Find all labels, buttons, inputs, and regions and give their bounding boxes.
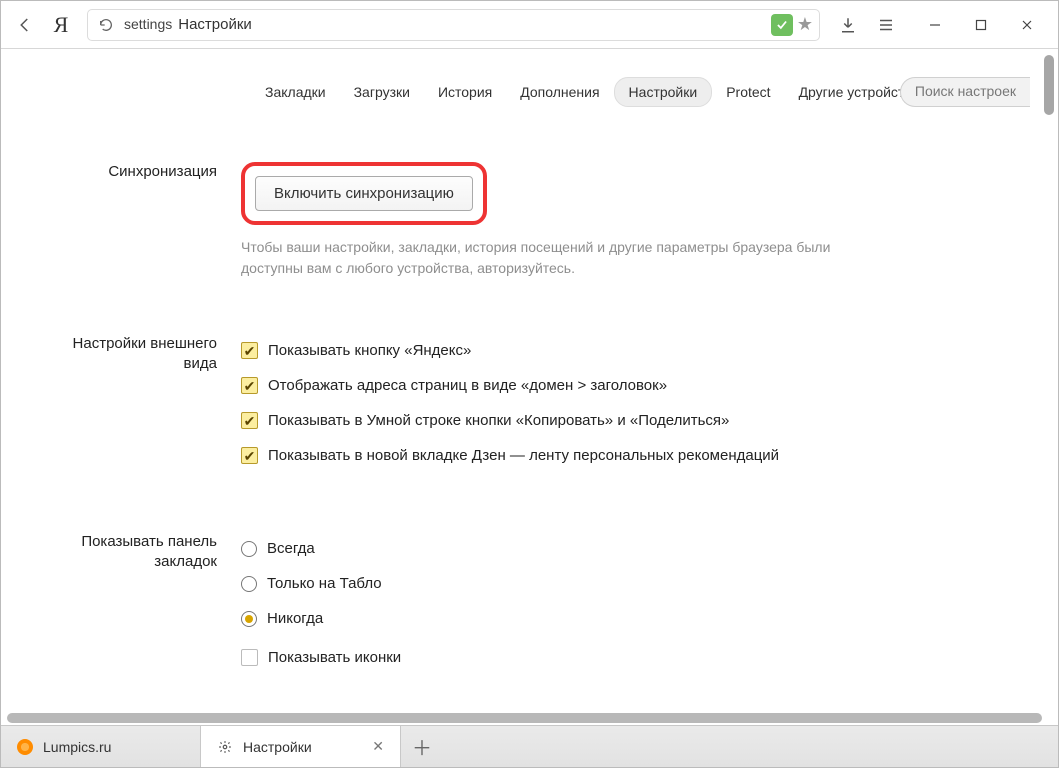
checkbox-label: Показывать иконки xyxy=(268,649,401,666)
bookmarks-option-always[interactable]: Всегда xyxy=(241,540,1002,557)
new-tab-button[interactable]: ＋ xyxy=(401,726,443,767)
search-settings-input[interactable]: Поиск настроек xyxy=(900,77,1030,107)
bookmark-star-icon[interactable]: ★ xyxy=(797,14,813,35)
checkbox-label: Показывать в новой вкладке Дзен — ленту … xyxy=(268,447,779,464)
tab-title: Lumpics.ru xyxy=(43,739,111,755)
address-bar[interactable]: settings Настройки ★ xyxy=(87,9,820,41)
bookmarks-option-never[interactable]: Никогда xyxy=(241,610,1002,627)
nav-tab-addons[interactable]: Дополнения xyxy=(506,78,613,106)
section-bookmarks-label: Показывать панель закладок xyxy=(41,532,241,684)
horizontal-scrollbar[interactable] xyxy=(7,713,1042,723)
protect-shield-icon[interactable] xyxy=(771,14,793,36)
tab-strip: Lumpics.ru Настройки ✕ ＋ xyxy=(1,725,1058,767)
radio-icon[interactable] xyxy=(241,611,257,627)
close-window-button[interactable] xyxy=(1004,9,1050,41)
menu-icon[interactable] xyxy=(870,9,902,41)
section-sync-label: Синхронизация xyxy=(41,162,241,279)
appearance-check-0[interactable]: ✔ Показывать кнопку «Яндекс» xyxy=(241,342,1002,359)
appearance-check-2[interactable]: ✔ Показывать в Умной строке кнопки «Копи… xyxy=(241,412,1002,429)
radio-label: Только на Табло xyxy=(267,575,382,592)
radio-icon[interactable] xyxy=(241,576,257,592)
checkbox-icon[interactable]: ✔ xyxy=(241,447,258,464)
nav-tab-settings[interactable]: Настройки xyxy=(614,77,713,107)
checkbox-icon[interactable]: ✔ xyxy=(241,649,258,666)
section-sync: Синхронизация Включить синхронизацию Что… xyxy=(1,162,1042,279)
bookmarks-option-tableau[interactable]: Только на Табло xyxy=(241,575,1002,592)
radio-icon[interactable] xyxy=(241,541,257,557)
close-tab-icon[interactable]: ✕ xyxy=(372,738,384,755)
section-appearance: Настройки внешнего вида ✔ Показывать кно… xyxy=(1,334,1042,482)
radio-label: Всегда xyxy=(267,540,315,557)
section-appearance-label: Настройки внешнего вида xyxy=(41,334,241,482)
checkbox-label: Показывать кнопку «Яндекс» xyxy=(268,342,471,359)
back-button[interactable] xyxy=(9,9,41,41)
checkbox-label: Показывать в Умной строке кнопки «Копиро… xyxy=(268,412,729,429)
appearance-check-3[interactable]: ✔ Показывать в новой вкладке Дзен — лент… xyxy=(241,447,1002,464)
scrollbar-thumb[interactable] xyxy=(7,713,1042,723)
nav-tab-downloads[interactable]: Загрузки xyxy=(340,78,424,106)
window-controls xyxy=(912,9,1050,41)
browser-tab-lumpics[interactable]: Lumpics.ru xyxy=(1,726,201,767)
appearance-check-1[interactable]: ✔ Отображать адреса страниц в виде «доме… xyxy=(241,377,1002,394)
browser-tab-settings[interactable]: Настройки ✕ xyxy=(201,726,401,767)
browser-toolbar: Я settings Настройки ★ xyxy=(1,1,1058,49)
maximize-button[interactable] xyxy=(958,9,1004,41)
downloads-icon[interactable] xyxy=(832,9,864,41)
section-bookmarks-panel: Показывать панель закладок Всегда Только… xyxy=(1,532,1042,684)
favicon-icon xyxy=(17,739,33,755)
address-keyword: settings xyxy=(124,16,172,32)
nav-tab-protect[interactable]: Protect xyxy=(712,78,784,106)
reload-icon[interactable] xyxy=(94,17,118,33)
checkbox-icon[interactable]: ✔ xyxy=(241,412,258,429)
nav-tab-history[interactable]: История xyxy=(424,78,506,106)
tab-title: Настройки xyxy=(243,739,312,755)
checkbox-icon[interactable]: ✔ xyxy=(241,377,258,394)
address-title: Настройки xyxy=(178,16,252,33)
nav-tab-bookmarks[interactable]: Закладки xyxy=(251,78,340,106)
bookmarks-show-icons[interactable]: ✔ Показывать иконки xyxy=(241,649,1002,666)
minimize-button[interactable] xyxy=(912,9,958,41)
address-text: settings Настройки xyxy=(124,16,252,33)
sync-hint-text: Чтобы ваши настройки, закладки, история … xyxy=(241,237,891,279)
gear-icon xyxy=(217,739,233,755)
vertical-scrollbar[interactable] xyxy=(1044,55,1054,709)
settings-nav: Закладки Загрузки История Дополнения Нас… xyxy=(1,49,1042,107)
scrollbar-thumb[interactable] xyxy=(1044,55,1054,115)
yandex-logo-icon[interactable]: Я xyxy=(47,11,75,39)
highlight-frame: Включить синхронизацию xyxy=(241,162,487,225)
radio-label: Никогда xyxy=(267,610,323,627)
checkbox-icon[interactable]: ✔ xyxy=(241,342,258,359)
enable-sync-button[interactable]: Включить синхронизацию xyxy=(255,176,473,211)
checkbox-label: Отображать адреса страниц в виде «домен … xyxy=(268,377,667,394)
